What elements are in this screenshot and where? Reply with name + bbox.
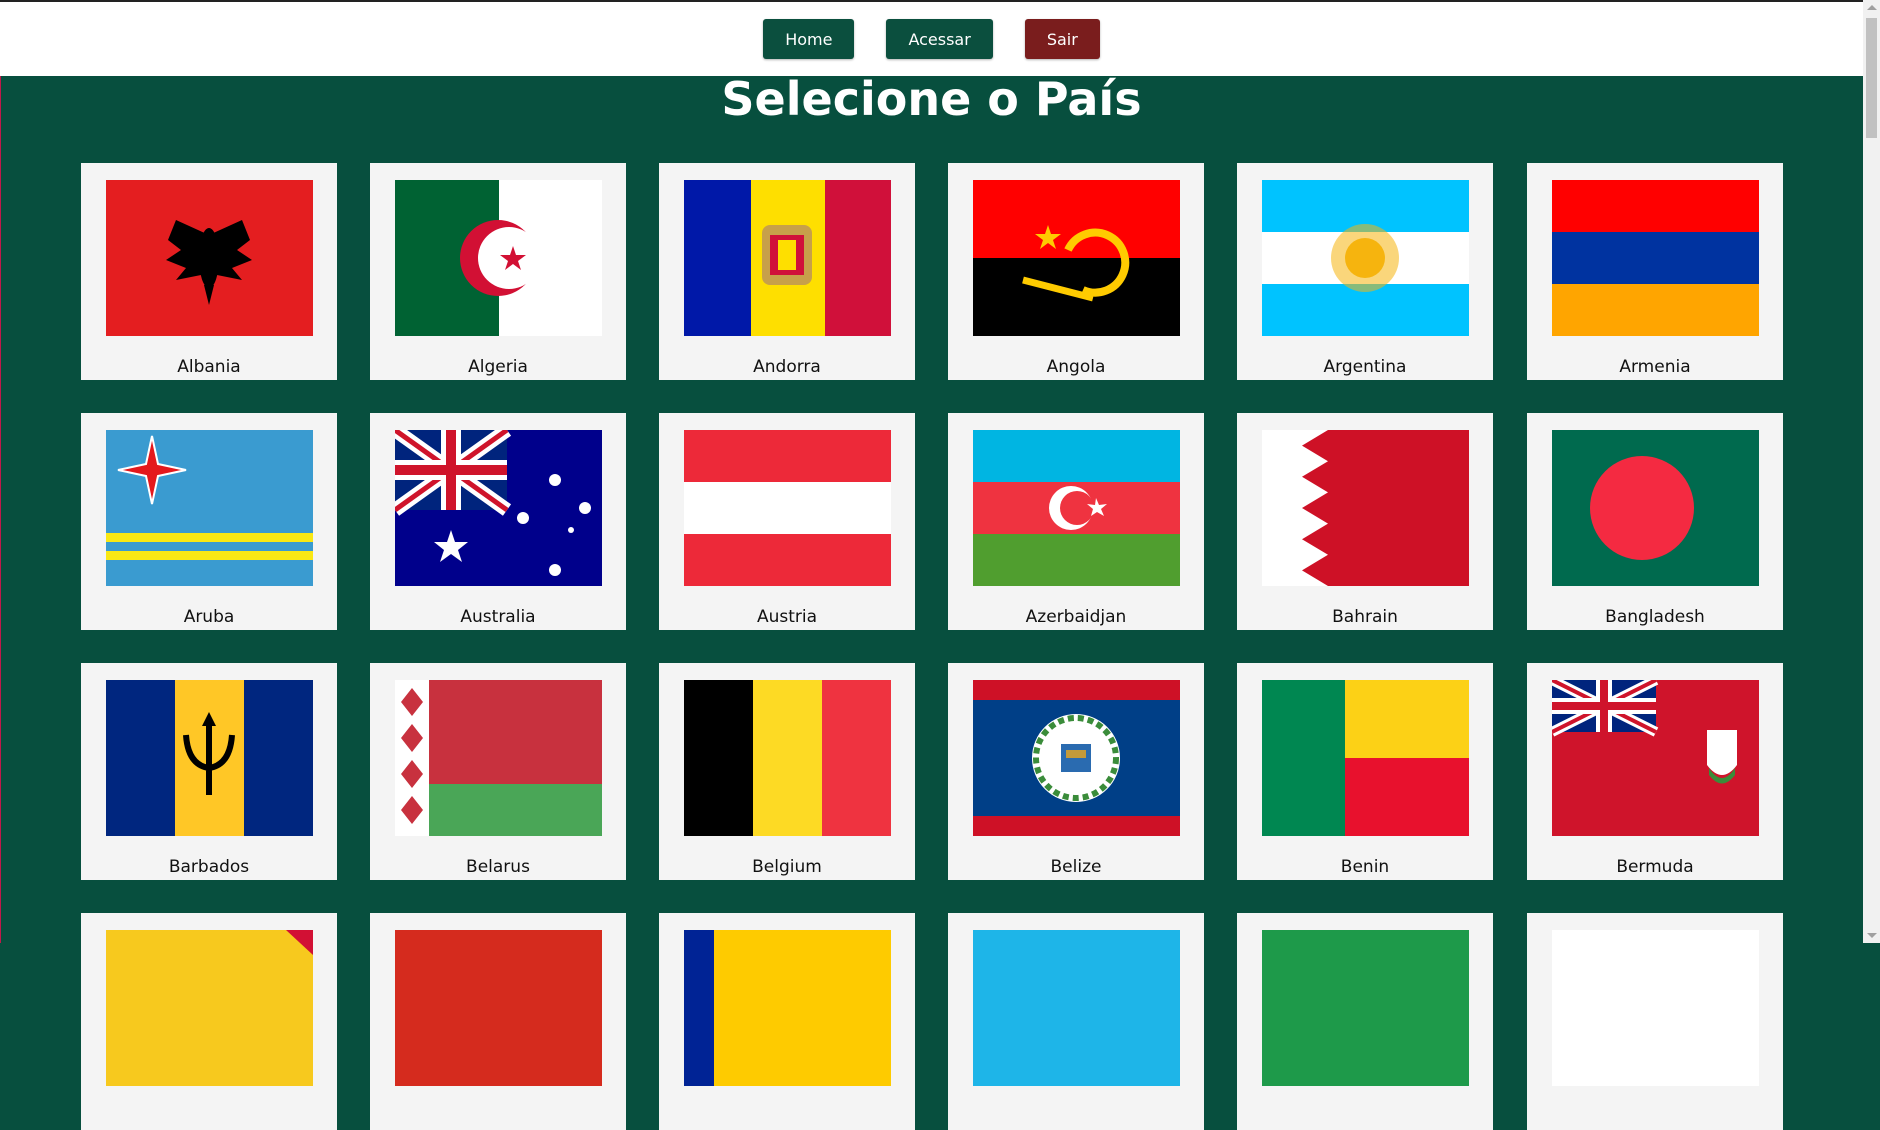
country-name: Albania bbox=[177, 357, 241, 377]
country-card-bangladesh[interactable]: Bangladesh bbox=[1527, 413, 1783, 630]
bahrain-flag-icon bbox=[1262, 430, 1469, 586]
country-name: Argentina bbox=[1323, 357, 1407, 377]
partial-flag-icon bbox=[684, 930, 891, 1086]
logout-button[interactable]: Sair bbox=[1024, 19, 1100, 59]
algeria-flag-icon bbox=[395, 180, 602, 336]
country-card-partial[interactable] bbox=[1237, 913, 1493, 1130]
scroll-thumb[interactable] bbox=[1866, 18, 1877, 138]
top-navigation-bar: Home Acessar Sair bbox=[0, 0, 1863, 76]
country-name: Bangladesh bbox=[1605, 607, 1705, 627]
angola-flag-icon bbox=[973, 180, 1180, 336]
country-name: Armenia bbox=[1619, 357, 1691, 377]
country-card-belize[interactable]: Belize bbox=[948, 663, 1204, 880]
belize-flag-icon bbox=[973, 680, 1180, 836]
bangladesh-flag-icon bbox=[1552, 430, 1759, 586]
country-card-partial[interactable] bbox=[948, 913, 1204, 1130]
country-name: Benin bbox=[1340, 857, 1390, 877]
country-name: Algeria bbox=[468, 357, 528, 377]
scroll-down-icon[interactable] bbox=[1867, 933, 1877, 938]
country-name: Bahrain bbox=[1332, 607, 1398, 627]
country-name: Belize bbox=[1050, 857, 1102, 877]
belgium-flag-icon bbox=[684, 680, 891, 836]
country-name: Austria bbox=[756, 607, 818, 627]
partial-flag-icon bbox=[1552, 930, 1759, 1086]
country-card-andorra[interactable]: Andorra bbox=[659, 163, 915, 380]
country-card-partial[interactable] bbox=[81, 913, 337, 1130]
country-name: Belarus bbox=[466, 857, 530, 877]
partial-flag-icon bbox=[106, 930, 313, 1086]
country-card-aruba[interactable]: Aruba bbox=[81, 413, 337, 630]
country-card-armenia[interactable]: Armenia bbox=[1527, 163, 1783, 380]
partial-flag-icon bbox=[973, 930, 1180, 1086]
partial-flag-icon bbox=[1262, 930, 1469, 1086]
armenia-flag-icon bbox=[1552, 180, 1759, 336]
country-card-partial[interactable] bbox=[659, 913, 915, 1130]
page-title: Selecione o País bbox=[721, 72, 1142, 126]
argentina-flag-icon bbox=[1262, 180, 1469, 336]
aruba-flag-icon bbox=[106, 430, 313, 586]
country-card-azerbaidjan[interactable]: Azerbaidjan bbox=[948, 413, 1204, 630]
austria-flag-icon bbox=[684, 430, 891, 586]
albania-flag-icon bbox=[106, 180, 313, 336]
login-button[interactable]: Acessar bbox=[886, 19, 993, 59]
country-card-barbados[interactable]: Barbados bbox=[81, 663, 337, 880]
country-name: Aruba bbox=[183, 607, 235, 627]
home-button[interactable]: Home bbox=[763, 19, 855, 59]
vertical-scrollbar[interactable] bbox=[1863, 0, 1880, 943]
country-card-australia[interactable]: Australia bbox=[370, 413, 626, 630]
country-card-albania[interactable]: Albania bbox=[81, 163, 337, 380]
country-card-bermuda[interactable]: Bermuda bbox=[1527, 663, 1783, 880]
window-edge bbox=[0, 0, 1, 943]
scroll-up-icon[interactable] bbox=[1867, 5, 1877, 10]
country-name: Belgium bbox=[752, 857, 822, 877]
partial-flag-icon bbox=[395, 930, 602, 1086]
country-card-partial[interactable] bbox=[1527, 913, 1783, 1130]
country-card-bahrain[interactable]: Bahrain bbox=[1237, 413, 1493, 630]
bermuda-flag-icon bbox=[1552, 680, 1759, 836]
country-card-benin[interactable]: Benin bbox=[1237, 663, 1493, 880]
belarus-flag-icon bbox=[395, 680, 602, 836]
country-card-belgium[interactable]: Belgium bbox=[659, 663, 915, 880]
australia-flag-icon bbox=[395, 430, 602, 586]
country-name: Barbados bbox=[168, 857, 250, 877]
country-card-algeria[interactable]: Algeria bbox=[370, 163, 626, 380]
country-card-belarus[interactable]: Belarus bbox=[370, 663, 626, 880]
country-name: Andorra bbox=[753, 357, 821, 377]
azerbaidjan-flag-icon bbox=[973, 430, 1180, 586]
benin-flag-icon bbox=[1262, 680, 1469, 836]
country-name: Azerbaidjan bbox=[1025, 607, 1127, 627]
country-name: Australia bbox=[460, 607, 536, 627]
country-name: Angola bbox=[1046, 357, 1106, 377]
country-card-argentina[interactable]: Argentina bbox=[1237, 163, 1493, 380]
country-card-austria[interactable]: Austria bbox=[659, 413, 915, 630]
barbados-flag-icon bbox=[106, 680, 313, 836]
country-card-partial[interactable] bbox=[370, 913, 626, 1130]
country-card-angola[interactable]: Angola bbox=[948, 163, 1204, 380]
andorra-flag-icon bbox=[684, 180, 891, 336]
country-name: Bermuda bbox=[1616, 857, 1694, 877]
